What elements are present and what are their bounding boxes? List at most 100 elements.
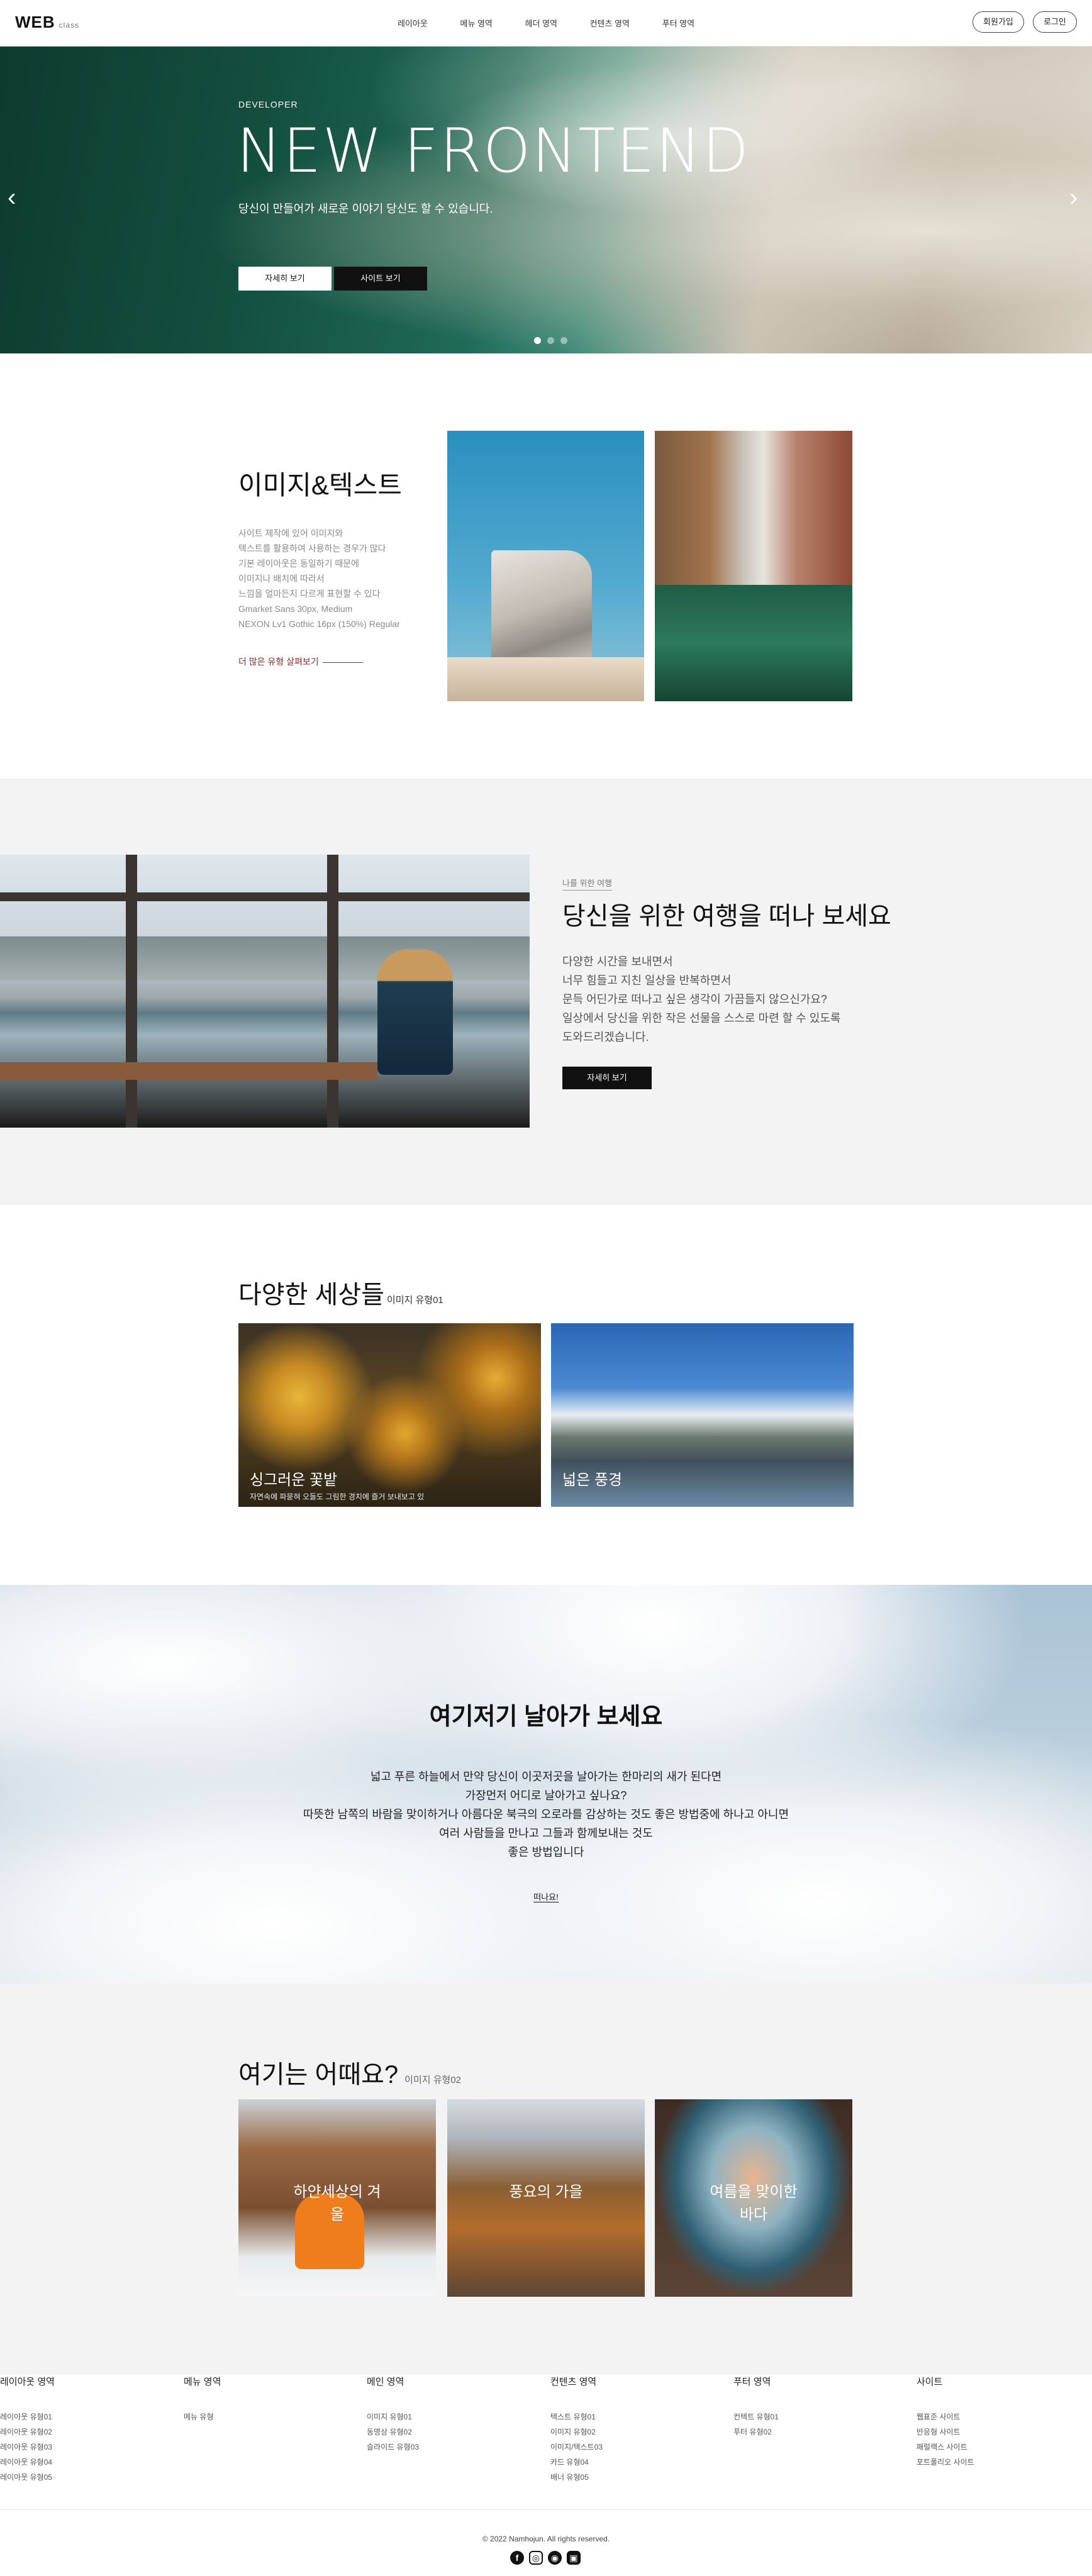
- facebook-icon[interactable]: f: [510, 2551, 524, 2565]
- site-footer: 레이아웃 영역 레이아웃 유형01 레이아웃 유형02 레이아웃 유형03 레이…: [0, 2375, 1092, 2576]
- autumn-card[interactable]: 풍요의 가을: [447, 2099, 645, 2297]
- travel-title: 당신을 위한 여행을 떠나 보세요: [562, 902, 891, 930]
- card-title: 넓은 풍경: [562, 1472, 622, 1489]
- instagram-icon[interactable]: ◎: [529, 2551, 543, 2565]
- flower-card[interactable]: 싱그러운 꽃밭 자연속에 파묻혀 오들도 그림한 경치에 즐거 보내보고 있: [238, 1323, 541, 1507]
- canal-image: [655, 431, 852, 701]
- sky-line: 여러 사람들을 만나고 그들과 함께보내는 것도: [439, 1827, 653, 1840]
- description-line: Gmarket Sans 30px, Medium: [238, 604, 353, 614]
- sky-title: 여기저기 날아가 보세요: [429, 1704, 663, 1730]
- login-button[interactable]: 로그인: [1033, 11, 1077, 33]
- travel-section: 나를 위한 여행 당신을 위한 여행을 떠나 보세요 다양한 시간을 보내면서 …: [0, 779, 1092, 1205]
- slider-dot[interactable]: [547, 337, 554, 344]
- footer-link[interactable]: 푸터 유형02: [733, 2424, 779, 2440]
- social-links: f ◎ ◉ ▣: [508, 2551, 583, 2565]
- sky-line: 넓고 푸른 하늘에서 만약 당신이 이곳저곳을 날아가는 한마리의 새가 된다면: [370, 1770, 722, 1783]
- card-title-line: 하얀세상의 겨: [293, 2184, 381, 2201]
- travel-detail-button[interactable]: 자세히 보기: [562, 1067, 652, 1089]
- description-line: 이미지나 배치에 따라서: [238, 574, 325, 584]
- hero-site-button[interactable]: 사이트 보기: [334, 267, 427, 291]
- footer-link[interactable]: 슬라이드 유형03: [367, 2440, 419, 2455]
- footer-link[interactable]: 배너 유형05: [550, 2470, 603, 2485]
- how-subtitle: 이미지 유형02: [404, 2075, 462, 2085]
- nav-item-footer[interactable]: 푸터 영역: [662, 17, 694, 29]
- footer-link[interactable]: 텍스트 유형01: [550, 2409, 603, 2424]
- footer-link[interactable]: 웹표준 사이트: [916, 2409, 974, 2424]
- footer-link[interactable]: 레이아웃 유형01: [0, 2409, 55, 2424]
- footer-link[interactable]: 카드 유형04: [550, 2455, 603, 2470]
- table-shape: [0, 1062, 377, 1080]
- sky-line: 가장먼저 어디로 날아가고 싶나요?: [465, 1789, 627, 1802]
- footer-link[interactable]: 메뉴 유형: [184, 2409, 221, 2424]
- footer-link[interactable]: 포트폴리오 사이트: [916, 2455, 974, 2470]
- footer-link[interactable]: 패럴랙스 사이트: [916, 2440, 974, 2455]
- card-title: 풍요의 가을: [447, 2181, 645, 2204]
- description-line: NEXON Lv1 Gothic 16px (150%) Regular: [238, 619, 400, 629]
- footer-link[interactable]: 이미지 유형02: [550, 2424, 603, 2440]
- card-title: 싱그러운 꽃밭: [250, 1472, 338, 1489]
- footer-link[interactable]: 이미지/텍스트03: [550, 2440, 603, 2455]
- chevron-right-icon[interactable]: ›: [1069, 184, 1078, 212]
- window-frame: [126, 855, 137, 1128]
- person-shape: [377, 949, 453, 1075]
- sky-section: 여기저기 날아가 보세요 넓고 푸른 하늘에서 만약 당신이 이곳저곳을 날아가…: [0, 1585, 1092, 1984]
- card-title-line: 풍요의 가을: [509, 2184, 583, 2201]
- more-types-link[interactable]: 더 많은 유형 살펴보기: [238, 655, 363, 668]
- nav-item-header[interactable]: 헤더 영역: [525, 17, 557, 29]
- discord-icon[interactable]: ▣: [567, 2551, 581, 2565]
- footer-link[interactable]: 반응형 사이트: [916, 2424, 974, 2440]
- how-section: 여기는 어때요? 이미지 유형02 하얀세상의 겨 울 풍요의 가을 여름을 맞이…: [0, 1984, 1092, 2375]
- hero-eyebrow: DEVELOPER: [238, 99, 298, 109]
- footer-column: 메인 영역 이미지 유형01 동영상 유형02 슬라이드 유형03: [367, 2375, 419, 2455]
- more-types-label[interactable]: 더 많은 유형 살펴보기: [238, 657, 319, 667]
- card-title-line: 바다: [739, 2206, 768, 2223]
- sky-line: 따뜻한 남쪽의 바람을 맞이하거나 아름다운 북극의 오로라를 감상하는 것도 …: [303, 1808, 789, 1821]
- worlds-title: 다양한 세상들 이미지 유형01: [238, 1274, 443, 1311]
- description-line: 기본 레이아웃은 동일하기 때문에: [238, 558, 359, 569]
- travel-line: 다양한 시간을 보내면서: [562, 955, 673, 968]
- card-title: 하얀세상의 겨 울: [238, 2181, 436, 2226]
- footer-column: 컨텐츠 영역 텍스트 유형01 이미지 유형02 이미지/텍스트03 카드 유형…: [550, 2375, 603, 2485]
- footer-link[interactable]: 이미지 유형01: [367, 2409, 419, 2424]
- hero-detail-button[interactable]: 자세히 보기: [238, 267, 332, 291]
- hero-desc: 당신이 만들어가 새로운 이야기 당신도 할 수 있습니다.: [238, 203, 493, 215]
- description-line: 느낌을 얼마든지 다르게 표현할 수 있다: [238, 589, 381, 599]
- sky-text: 넓고 푸른 하늘에서 만약 당신이 이곳저곳을 날아가는 한마리의 새가 된다면…: [0, 1767, 1092, 1862]
- building-image: [447, 431, 644, 701]
- nav-item-layout[interactable]: 레이아웃: [398, 17, 428, 29]
- fly-link-label[interactable]: 떠나요!: [533, 1892, 559, 1902]
- worlds-heading: 다양한 세상들: [238, 1281, 384, 1309]
- footer-link[interactable]: 컨텍트 유형01: [733, 2409, 779, 2424]
- github-icon[interactable]: ◉: [548, 2551, 562, 2565]
- footer-link[interactable]: 레이아웃 유형05: [0, 2470, 55, 2485]
- site-header: WEB class 레이아웃 메뉴 영역 헤더 영역 컨텐츠 영역 푸터 영역 회…: [0, 0, 1092, 47]
- copyright: © 2022 Namhojun. All rights reserved.: [482, 2534, 610, 2543]
- footer-link[interactable]: 레이아웃 유형04: [0, 2455, 55, 2470]
- nav-item-contents[interactable]: 컨텐츠 영역: [590, 17, 630, 29]
- footer-link[interactable]: 레이아웃 유형02: [0, 2424, 55, 2440]
- landscape-card[interactable]: 넓은 풍경: [551, 1323, 854, 1507]
- worlds-subtitle: 이미지 유형01: [386, 1295, 443, 1306]
- travel-text: 다양한 시간을 보내면서 너무 힘들고 지친 일상을 반복하면서 문득 어딘가로…: [562, 952, 840, 1046]
- footer-column: 레이아웃 영역 레이아웃 유형01 레이아웃 유형02 레이아웃 유형03 레이…: [0, 2375, 55, 2485]
- footer-link[interactable]: 동영상 유형02: [367, 2424, 419, 2440]
- slider-dot[interactable]: [560, 337, 567, 344]
- join-button[interactable]: 회원가입: [972, 11, 1024, 33]
- slider-dot[interactable]: [534, 337, 541, 344]
- window-frame: [327, 855, 338, 1128]
- footer-divider: [0, 2509, 1092, 2510]
- winter-card[interactable]: 하얀세상의 겨 울: [238, 2099, 436, 2297]
- footer-column-title: 사이트: [916, 2377, 943, 2387]
- footer-link[interactable]: 레이아웃 유형03: [0, 2440, 55, 2455]
- card-title: 여름을 맞이한 바다: [655, 2181, 852, 2226]
- fly-link[interactable]: 떠나요!: [0, 1890, 1092, 1902]
- chevron-left-icon[interactable]: ‹: [8, 184, 16, 212]
- image-text-description: 사이트 제작에 있어 이미지와 텍스트를 활용하여 사용하는 경우가 많다 기본…: [238, 526, 400, 631]
- summer-card[interactable]: 여름을 맞이한 바다: [655, 2099, 852, 2297]
- card-title-line: 여름을 맞이한: [710, 2184, 798, 2201]
- footer-column-title: 메뉴 영역: [184, 2377, 221, 2387]
- footer-column-title: 컨텐츠 영역: [550, 2377, 597, 2387]
- card-desc: 자연속에 파묻혀 오들도 그림한 경치에 즐거 보내보고 있: [250, 1492, 425, 1501]
- nav-item-menu[interactable]: 메뉴 영역: [460, 17, 492, 29]
- hero-slider: DEVELOPER NEW FRONTEND 당신이 만들어가 새로운 이야기 …: [0, 47, 1092, 353]
